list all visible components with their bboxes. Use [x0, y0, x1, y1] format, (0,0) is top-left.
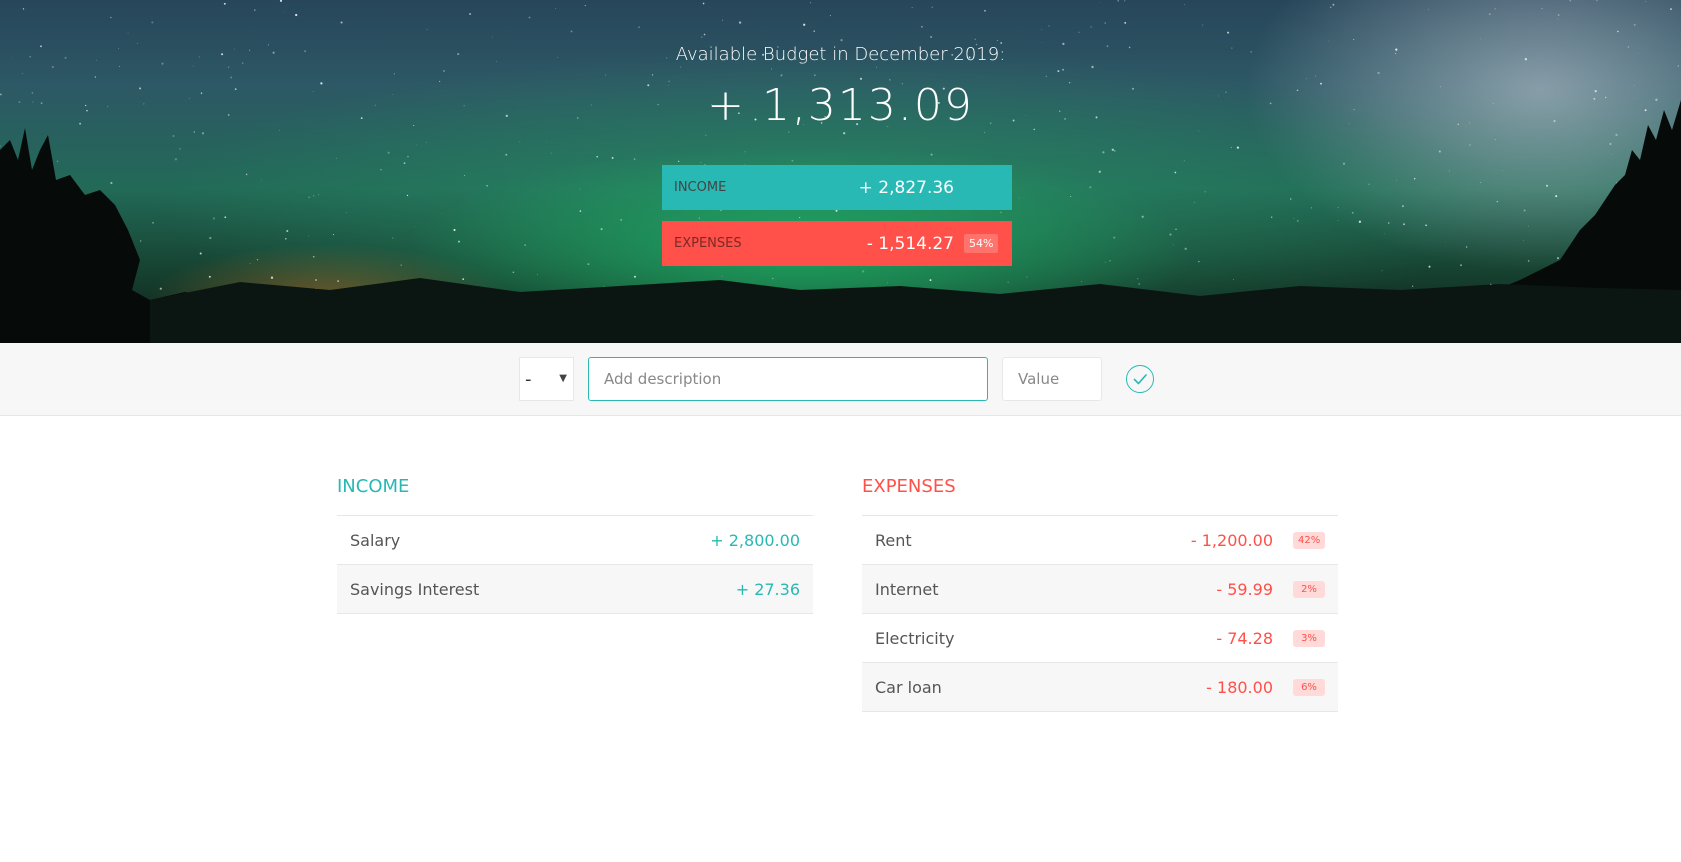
- income-summary-value: + 2,827.36: [858, 177, 954, 198]
- income-list-title: Income: [337, 476, 410, 497]
- add-entry-button[interactable]: [1126, 365, 1154, 393]
- type-select-value: -: [525, 368, 532, 390]
- budget-title: Available Budget in December 2019:: [675, 44, 1006, 65]
- item-description: Car loan: [875, 677, 942, 697]
- item-description: Internet: [875, 579, 939, 599]
- income-summary-label: Income: [674, 180, 727, 195]
- income-list: Salary + 2,800.00 Savings Interest + 27.…: [337, 515, 813, 614]
- expenses-list: Rent - 1,200.00 42% Internet - 59.99 2% …: [862, 515, 1338, 712]
- item-value: - 74.28: [1216, 628, 1273, 648]
- item-percentage-badge: 2%: [1293, 580, 1325, 598]
- expenses-percentage-badge: 54%: [964, 234, 999, 253]
- item-value: - 59.99: [1216, 579, 1273, 599]
- list-item[interactable]: Rent - 1,200.00 42%: [862, 516, 1338, 565]
- list-item[interactable]: Salary + 2,800.00: [337, 516, 813, 565]
- item-description: Electricity: [875, 628, 955, 648]
- expenses-summary-label: Expenses: [674, 236, 742, 251]
- item-description: Salary: [350, 530, 401, 550]
- item-percentage-badge: 42%: [1293, 531, 1325, 549]
- item-percentage-badge: 6%: [1293, 678, 1325, 696]
- chevron-down-icon: ▼: [559, 373, 567, 384]
- expenses-list-section: Expenses Rent - 1,200.00 42% Internet - …: [862, 476, 1338, 712]
- add-entry-bar: - ▼: [0, 343, 1681, 416]
- item-value: + 2,800.00: [710, 530, 800, 550]
- expenses-summary-bar: Expenses - 1,514.27 54%: [662, 221, 1012, 266]
- type-select[interactable]: - ▼: [519, 357, 574, 401]
- expenses-summary-value: - 1,514.27: [866, 233, 954, 254]
- income-list-section: Income Salary + 2,800.00 Savings Interes…: [337, 476, 813, 614]
- income-summary-bar: Income + 2,827.36: [662, 165, 1012, 210]
- item-description: Rent: [875, 530, 912, 550]
- list-item[interactable]: Internet - 59.99 2%: [862, 565, 1338, 614]
- description-input[interactable]: [588, 357, 988, 401]
- budget-header: Available Budget in December 2019: + 1,3…: [0, 0, 1681, 343]
- item-percentage-badge: 3%: [1293, 629, 1325, 647]
- list-item[interactable]: Electricity - 74.28 3%: [862, 614, 1338, 663]
- expenses-list-title: Expenses: [862, 476, 956, 497]
- checkmark-circle-icon: [1133, 374, 1147, 385]
- list-item[interactable]: Savings Interest + 27.36: [337, 565, 813, 614]
- item-value: - 180.00: [1206, 677, 1273, 697]
- item-value: + 27.36: [735, 579, 800, 599]
- available-budget-value: + 1,313.09: [707, 80, 974, 131]
- value-input[interactable]: [1002, 357, 1102, 401]
- item-value: - 1,200.00: [1190, 530, 1273, 550]
- item-description: Savings Interest: [350, 579, 480, 599]
- list-item[interactable]: Car loan - 180.00 6%: [862, 663, 1338, 712]
